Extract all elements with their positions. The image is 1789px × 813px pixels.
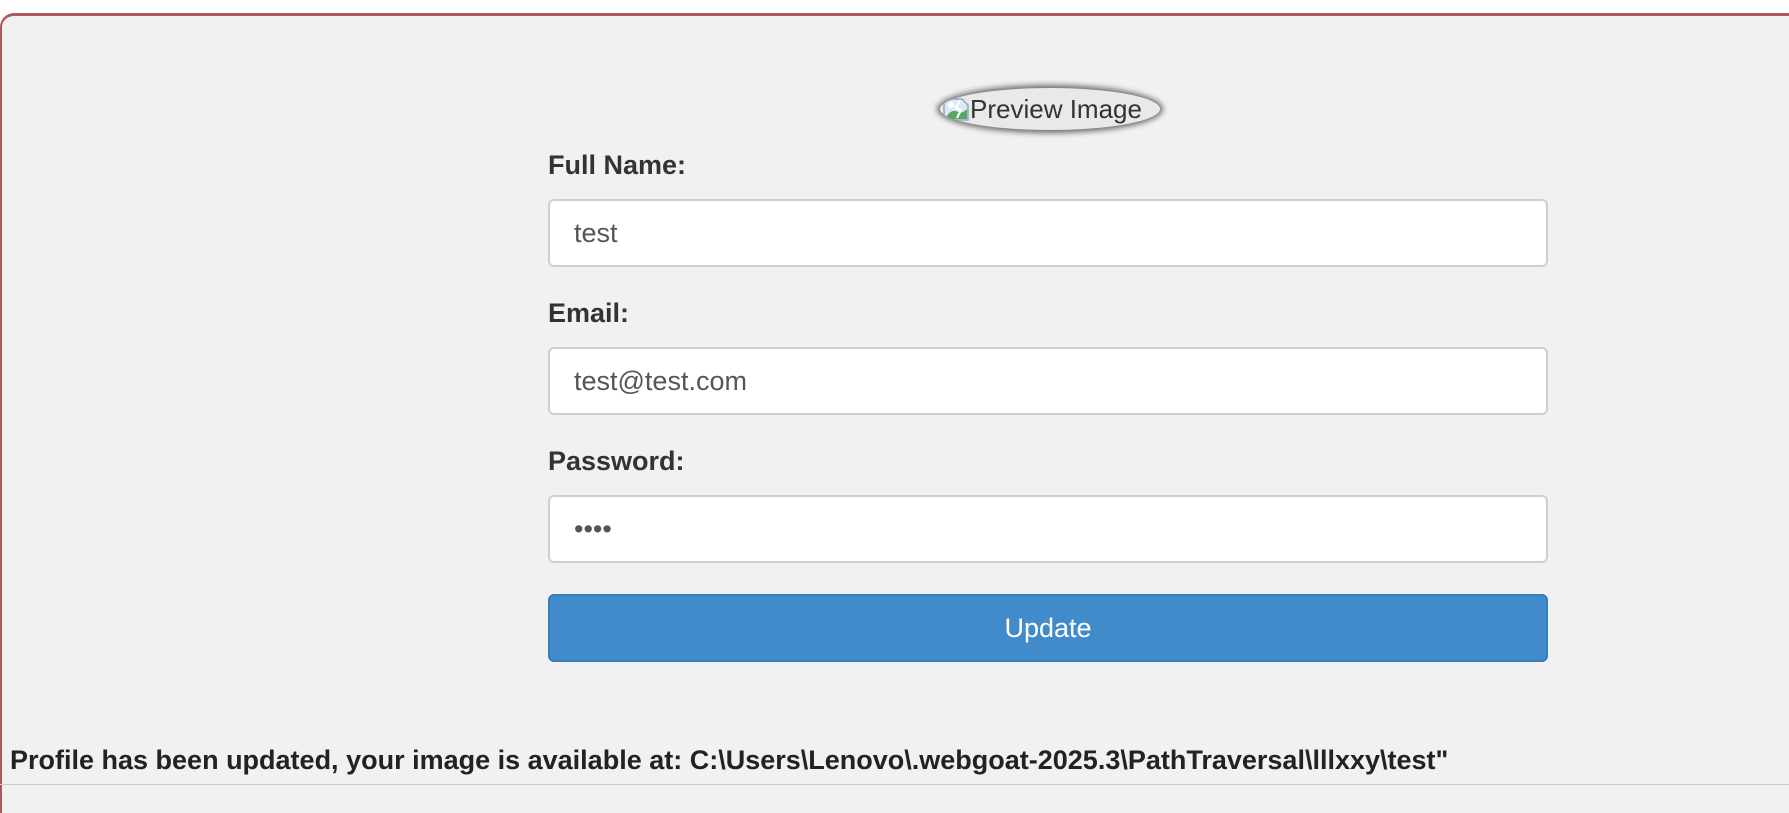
status-message: Profile has been updated, your image is … (10, 745, 1449, 775)
password-input[interactable] (548, 495, 1548, 563)
preview-image-alt-text: Preview Image (970, 93, 1142, 124)
bottom-divider (0, 784, 1789, 785)
full-name-label: Full Name: (548, 150, 687, 180)
update-button[interactable]: Update (548, 594, 1548, 662)
password-label: Password: (548, 446, 685, 476)
email-input[interactable] (548, 347, 1548, 415)
email-label: Email: (548, 298, 630, 328)
full-name-input[interactable] (548, 199, 1548, 267)
preview-image[interactable]: Preview Image (940, 88, 1160, 130)
